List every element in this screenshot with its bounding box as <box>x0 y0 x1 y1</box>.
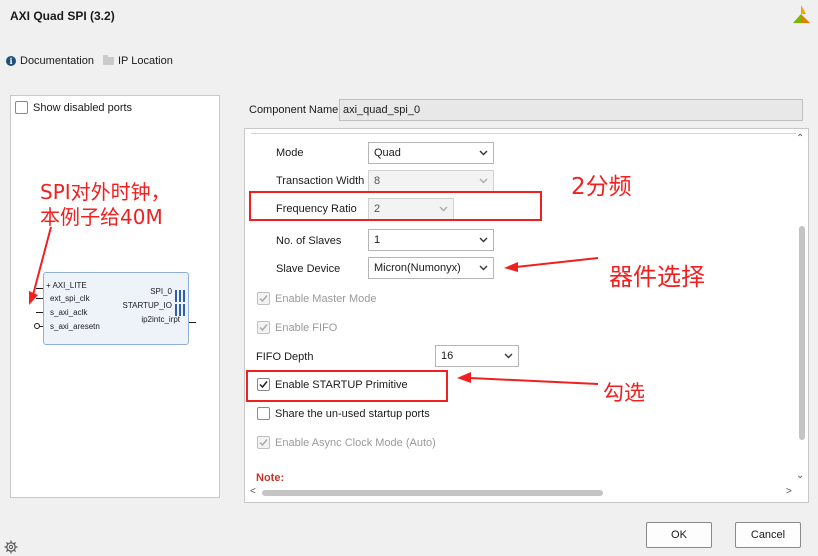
top-separator <box>251 133 796 134</box>
chevron-down-icon <box>504 353 513 359</box>
annotation-device-select: 器件选择 <box>609 263 705 291</box>
pin-ip2intc-irpt <box>189 322 196 323</box>
port-ip2intc-irpt: ip2intc_irpt <box>141 315 180 324</box>
annotation-arrow-device <box>504 257 599 272</box>
documentation-link[interactable]: i Documentation <box>6 55 94 67</box>
checkbox-box[interactable] <box>257 292 270 305</box>
note-label: Note: <box>256 472 285 484</box>
port-startup-io: STARTUP_IO <box>122 301 173 310</box>
scroll-down-arrow-icon[interactable]: ⌄ <box>796 470 804 481</box>
vertical-scroll-thumb[interactable] <box>799 226 805 440</box>
scroll-right-arrow-icon[interactable]: > <box>786 486 792 497</box>
chevron-down-icon <box>479 265 488 271</box>
scroll-up-arrow-icon[interactable]: ⌃ <box>796 133 804 144</box>
horizontal-scroll-thumb[interactable] <box>262 490 603 496</box>
annotation-spi-clock: SPI对外时钟， 本例子给40M <box>40 180 171 229</box>
no-of-slaves-label: No. of Slaves <box>276 235 342 247</box>
fifo-depth-select[interactable]: 16 <box>435 345 519 367</box>
mode-label: Mode <box>276 147 304 159</box>
annotation-arrow-clock <box>29 226 52 305</box>
show-disabled-ports-checkbox[interactable]: Show disabled ports <box>15 101 132 114</box>
transaction-width-value: 8 <box>374 175 381 187</box>
bus-pins-icon <box>175 290 185 316</box>
cancel-button[interactable]: Cancel <box>735 522 801 548</box>
scroll-left-arrow-icon[interactable]: < <box>250 486 256 497</box>
ip-block-symbol: + AXI_LITE ext_spi_clk s_axi_aclk s_axi_… <box>43 272 189 345</box>
highlight-enable-startup <box>246 370 448 402</box>
enable-master-mode-checkbox[interactable]: Enable Master Mode <box>257 292 377 305</box>
transaction-width-label: Transaction Width <box>276 175 365 187</box>
share-startup-ports-label: Share the un-used startup ports <box>275 407 430 420</box>
fifo-depth-label: FIFO Depth <box>256 351 314 363</box>
gear-icon[interactable] <box>4 540 18 554</box>
fifo-depth-value: 16 <box>441 350 454 362</box>
highlight-frequency-ratio <box>249 191 542 221</box>
port-s-axi-aresetn: s_axi_aresetn <box>50 322 100 331</box>
enable-async-clock-checkbox[interactable]: Enable Async Clock Mode (Auto) <box>257 436 436 449</box>
enable-fifo-label: Enable FIFO <box>275 321 338 334</box>
port-ext-spi-clk: ext_spi_clk <box>50 294 90 303</box>
checkbox-box[interactable] <box>257 407 270 420</box>
slave-device-value: Micron(Numonyx) <box>374 262 461 274</box>
share-startup-ports-checkbox[interactable]: Share the un-used startup ports <box>257 407 430 420</box>
no-of-slaves-select[interactable]: 1 <box>368 229 494 251</box>
window-title: AXI Quad SPI (3.2) <box>10 9 115 23</box>
show-disabled-ports-label: Show disabled ports <box>33 101 133 114</box>
enable-master-mode-label: Enable Master Mode <box>275 292 377 305</box>
port-s-axi-aclk: s_axi_aclk <box>50 308 88 317</box>
slave-device-label: Slave Device <box>276 263 341 275</box>
annotation-check: 勾选 <box>603 381 645 405</box>
mode-select[interactable]: Quad <box>368 142 494 164</box>
checkbox-box[interactable] <box>257 436 270 449</box>
annotation-divide-by-2: 2分频 <box>571 174 632 200</box>
port-spi-0: SPI_0 <box>150 287 172 296</box>
folder-icon <box>103 55 114 65</box>
ok-button[interactable]: OK <box>646 522 712 548</box>
ip-location-label: IP Location <box>118 55 173 67</box>
mode-value: Quad <box>374 147 401 159</box>
transaction-width-select[interactable]: 8 <box>368 170 494 192</box>
enable-async-clock-label: Enable Async Clock Mode (Auto) <box>275 436 436 449</box>
annotation-arrow-check <box>457 372 599 385</box>
no-of-slaves-value: 1 <box>374 234 381 246</box>
checkbox-box[interactable] <box>15 101 28 114</box>
component-name-input[interactable]: axi_quad_spi_0 <box>339 99 803 121</box>
enable-fifo-checkbox[interactable]: Enable FIFO <box>257 321 337 334</box>
component-name-label: Component Name <box>249 104 339 116</box>
checkbox-box[interactable] <box>257 321 270 334</box>
reset-bubble-icon <box>34 323 40 329</box>
slave-device-select[interactable]: Micron(Numonyx) <box>368 257 494 279</box>
pin-s-axi-aclk <box>36 312 43 313</box>
info-icon: i <box>6 56 16 66</box>
chevron-down-icon <box>479 178 488 184</box>
vivado-logo-icon <box>793 5 810 23</box>
documentation-label: Documentation <box>20 55 94 67</box>
chevron-down-icon <box>479 150 488 156</box>
ip-location-link[interactable]: IP Location <box>103 55 173 67</box>
chevron-down-icon <box>479 237 488 243</box>
